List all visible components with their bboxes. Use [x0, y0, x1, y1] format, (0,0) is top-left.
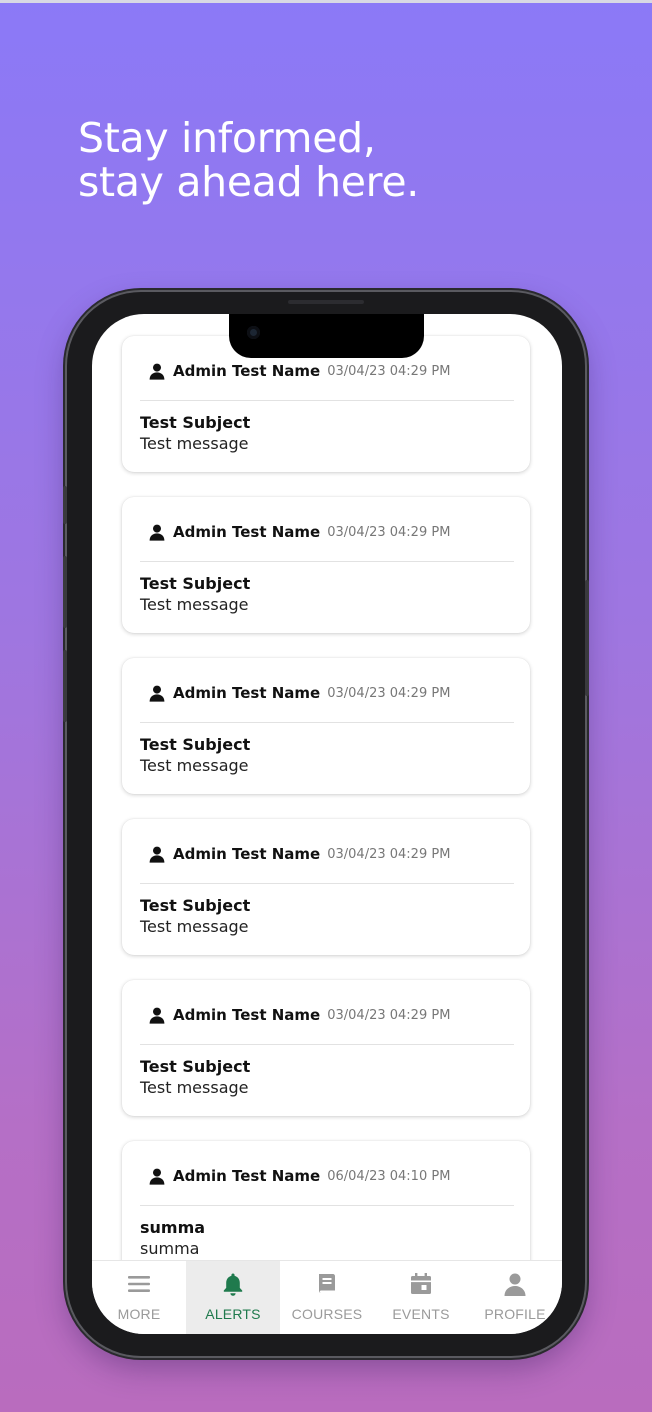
tab-label-courses: COURSES [291, 1306, 363, 1322]
alert-timestamp: 03/04/23 04:29 PM [327, 363, 451, 379]
alert-message: Test message [140, 595, 249, 614]
phone-mute-switch [63, 486, 67, 524]
alert-card[interactable]: Admin Test Name 03/04/23 04:29 PM Test Sub… [122, 980, 530, 1116]
tab-profile[interactable]: PROFILE [468, 1261, 562, 1334]
alert-header: Admin Test Name 06/04/23 04:10 PM [149, 1165, 450, 1187]
alert-card[interactable]: Admin Test Name 03/04/23 04:29 PM Test Sub… [122, 819, 530, 955]
alert-card[interactable]: Admin Test Name 03/04/23 04:29 PM Test Sub… [122, 497, 530, 633]
user-icon [149, 363, 165, 380]
alert-divider [140, 1044, 514, 1045]
alert-timestamp: 03/04/23 04:29 PM [327, 1007, 451, 1023]
tab-label-events: EVENTS [392, 1306, 450, 1322]
alert-sender: Admin Test Name [173, 845, 321, 863]
alert-sender: Admin Test Name [173, 523, 321, 541]
alert-header: Admin Test Name 03/04/23 04:29 PM [149, 682, 450, 704]
tab-events[interactable]: EVENTS [374, 1261, 468, 1334]
alert-sender: Admin Test Name [173, 684, 321, 702]
alert-divider [140, 883, 514, 884]
alert-message: Test message [140, 917, 249, 936]
book-icon [319, 1274, 335, 1293]
tab-label-more: MORE [117, 1306, 161, 1322]
tab-label-profile: PROFILE [484, 1306, 546, 1322]
alert-timestamp: 03/04/23 04:29 PM [327, 524, 451, 540]
alert-header: Admin Test Name 03/04/23 04:29 PM [149, 1004, 450, 1026]
bell-icon [223, 1273, 243, 1296]
alert-timestamp: 06/04/23 04:10 PM [327, 1168, 451, 1184]
phone-screen: Admin Test Name 03/04/23 04:29 PM Test Sub… [92, 314, 562, 1334]
alert-header: Admin Test Name 03/04/23 04:29 PM [149, 521, 450, 543]
user-icon [149, 1168, 165, 1185]
person-icon [504, 1273, 526, 1296]
alert-subject: Test Subject [140, 413, 251, 432]
alert-subject: summa [140, 1218, 206, 1237]
bottom-navigation: MORE ALERTS COURSES EVENTS PROFILE [92, 1260, 562, 1334]
alert-timestamp: 03/04/23 04:29 PM [327, 846, 451, 862]
headline-line-1: Stay informed, [78, 114, 376, 162]
alert-message: Test message [140, 434, 249, 453]
tab-label-alerts: ALERTS [205, 1306, 261, 1322]
alert-divider [140, 1205, 514, 1206]
alert-divider [140, 561, 514, 562]
alert-message: Test message [140, 756, 249, 775]
alert-timestamp: 03/04/23 04:29 PM [327, 685, 451, 701]
phone-power-button [585, 580, 589, 696]
alert-subject: Test Subject [140, 574, 251, 593]
alert-subject: Test Subject [140, 1057, 251, 1076]
alert-header: Admin Test Name 03/04/23 04:29 PM [149, 843, 450, 865]
alert-sender: Admin Test Name [173, 362, 321, 380]
marketing-headline: Stay informed, stay ahead here. [78, 116, 419, 204]
menu-icon [128, 1276, 150, 1292]
alert-message: summa [140, 1239, 200, 1258]
alert-divider [140, 722, 514, 723]
alert-sender: Admin Test Name [173, 1167, 321, 1185]
user-icon [149, 524, 165, 541]
tab-more[interactable]: MORE [92, 1261, 186, 1334]
tab-courses[interactable]: COURSES [280, 1261, 374, 1334]
alert-divider [140, 400, 514, 401]
phone-volume-down-button [63, 650, 67, 722]
phone-volume-up-button [63, 556, 67, 628]
top-edge-line [0, 0, 652, 3]
alert-card[interactable]: Admin Test Name 03/04/23 04:29 PM Test Sub… [122, 658, 530, 794]
alert-sender: Admin Test Name [173, 1006, 321, 1024]
alert-subject: Test Subject [140, 735, 251, 754]
phone-speaker [288, 300, 364, 304]
tab-alerts[interactable]: ALERTS [186, 1261, 280, 1334]
calendar-icon [411, 1273, 431, 1294]
user-icon [149, 685, 165, 702]
user-icon [149, 1007, 165, 1024]
alert-message: Test message [140, 1078, 249, 1097]
user-icon [149, 846, 165, 863]
alert-header: Admin Test Name 03/04/23 04:29 PM [149, 360, 450, 382]
alert-card[interactable]: Admin Test Name 06/04/23 04:10 PM summa sum… [122, 1141, 530, 1277]
alert-subject: Test Subject [140, 896, 251, 915]
front-camera [247, 326, 260, 339]
headline-line-2: stay ahead here. [78, 158, 419, 206]
